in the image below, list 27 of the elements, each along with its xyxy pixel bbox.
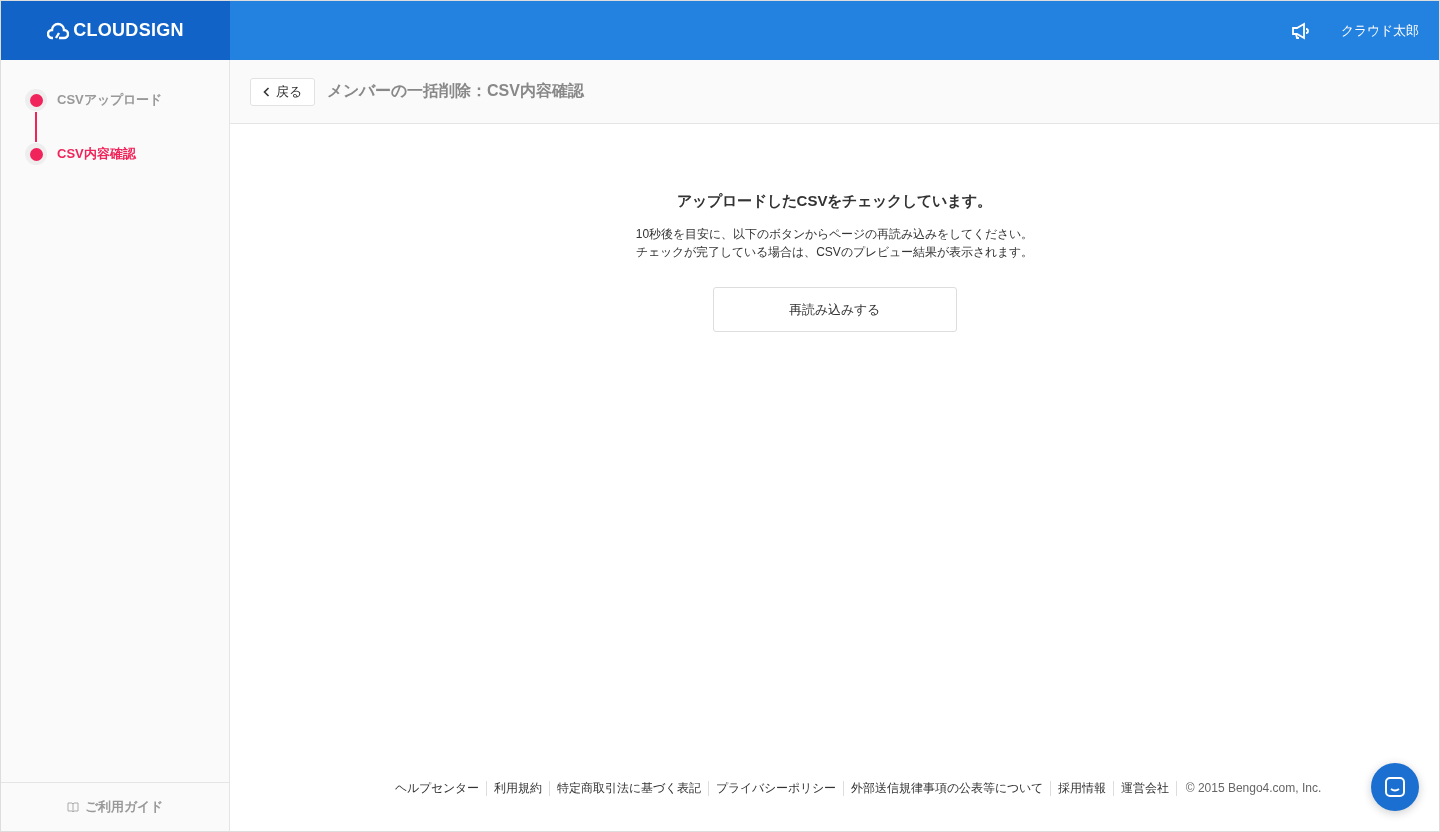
footer-link[interactable]: ヘルプセンター <box>387 780 487 796</box>
status-text: チェックが完了している場合は、CSVのプレビュー結果が表示されます。 <box>636 244 1033 261</box>
footer-link[interactable]: 運営会社 <box>1113 780 1177 796</box>
chevron-left-icon <box>263 86 270 97</box>
reload-button[interactable]: 再読み込みする <box>712 287 957 332</box>
step-dot <box>25 89 47 111</box>
back-button[interactable]: 戻る <box>250 77 315 106</box>
user-name[interactable]: クラウド太郎 <box>1341 21 1419 40</box>
book-icon <box>67 802 79 812</box>
copyright: © 2015 Bengo4.com, Inc. <box>1184 781 1322 795</box>
logo[interactable]: CLOUDSIGN <box>73 20 184 41</box>
footer-link[interactable]: プライバシーポリシー <box>708 780 844 796</box>
page-title: メンバーの一括削除：CSV内容確認 <box>327 81 584 101</box>
megaphone-icon[interactable] <box>1291 21 1311 40</box>
chat-button[interactable] <box>1371 763 1419 811</box>
footer-link[interactable]: 採用情報 <box>1050 780 1114 796</box>
step-label: CSVアップロード <box>57 91 162 109</box>
status-heading: アップロードしたCSVをチェックしています。 <box>676 192 993 211</box>
step-connector <box>35 112 37 142</box>
step-label: CSV内容確認 <box>57 145 136 163</box>
cloud-logo-icon <box>47 21 70 40</box>
status-text: 10秒後を目安に、以下のボタンからページの再読み込みをしてください。 <box>635 226 1034 243</box>
footer-link[interactable]: 外部送信規律事項の公表等について <box>843 780 1051 796</box>
footer-link[interactable]: 特定商取引法に基づく表記 <box>549 780 709 796</box>
step-dot <box>25 143 47 165</box>
chat-icon <box>1384 776 1406 798</box>
footer-link[interactable]: 利用規約 <box>486 780 550 796</box>
